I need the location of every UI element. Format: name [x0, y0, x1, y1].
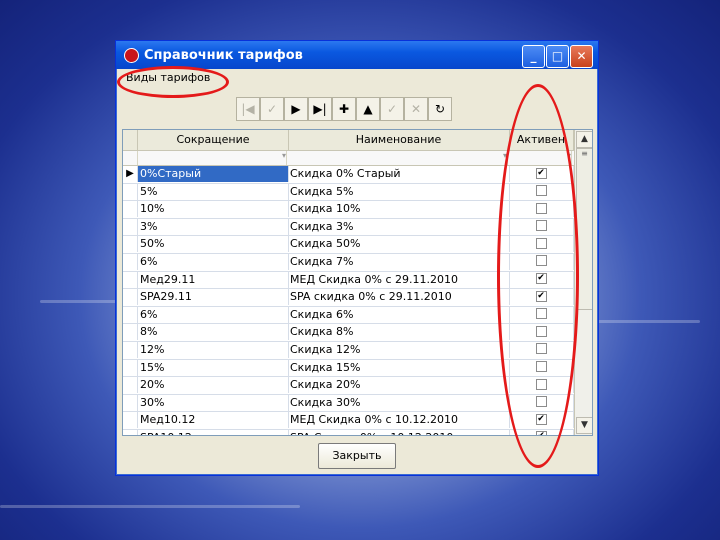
table-row[interactable]: Мед10.12 МЕД Скидка 0% с 10.12.2010 ✔: [123, 412, 574, 430]
header-abbr[interactable]: Сокращение: [138, 130, 289, 150]
cell-name[interactable]: Скидка 6%: [288, 306, 510, 323]
cell-name[interactable]: Скидка 15%: [288, 359, 510, 376]
next-record-icon[interactable]: ▶: [284, 97, 308, 121]
row-indicator: [123, 253, 138, 270]
row-indicator: [123, 359, 138, 376]
cell-abbr[interactable]: 6%: [138, 253, 289, 270]
row-indicator: [123, 324, 138, 341]
cell-name[interactable]: Скидка 20%: [288, 377, 510, 394]
row-indicator: [123, 429, 138, 435]
row-indicator: [123, 289, 138, 306]
scroll-down-icon[interactable]: ▼: [576, 417, 592, 434]
close-window-button[interactable]: ✕: [570, 45, 593, 68]
table-row[interactable]: SPA10.12SPA Скидка 0% с 10.12.2010✔: [123, 429, 574, 435]
cell-abbr[interactable]: 6%: [138, 306, 289, 323]
cell-abbr[interactable]: 50%: [138, 236, 289, 253]
row-indicator: [123, 201, 138, 218]
cell-abbr[interactable]: 5%: [138, 183, 289, 200]
close-button[interactable]: Закрыть: [318, 443, 396, 469]
cell-abbr[interactable]: Мед29.11: [138, 271, 289, 288]
cell-name[interactable]: Скидка 5%: [288, 183, 510, 200]
current-row-indicator-icon: ▶: [123, 166, 138, 182]
row-indicator: [123, 306, 138, 323]
row-indicator: [123, 218, 138, 235]
row-indicator: [123, 341, 138, 358]
app-icon: [124, 48, 139, 63]
scroll-up-icon[interactable]: ▲: [576, 131, 592, 148]
cell-name[interactable]: Скидка 3%: [288, 218, 510, 235]
cell-abbr[interactable]: SPA29.11: [138, 289, 289, 306]
apply-icon[interactable]: ✓: [380, 97, 404, 121]
annotation-ellipse-active-column: [497, 84, 579, 468]
minimize-button[interactable]: _: [522, 45, 545, 68]
title-bar[interactable]: Справочник тарифов _ □ ✕: [116, 41, 598, 69]
cell-abbr[interactable]: 0%Старый: [138, 166, 289, 182]
row-indicator: [123, 394, 138, 411]
row-indicator: [123, 377, 138, 394]
background-streak: [0, 505, 300, 508]
cell-abbr[interactable]: 15%: [138, 359, 289, 376]
cell-name[interactable]: SPA скидка 0% с 29.11.2010: [288, 289, 510, 306]
cell-name[interactable]: МЕД Скидка 0% с 29.11.2010: [288, 271, 510, 288]
cancel-icon[interactable]: ✕: [404, 97, 428, 121]
cell-name[interactable]: МЕД Скидка 0% с 10.12.2010: [288, 412, 510, 429]
row-indicator: [123, 236, 138, 253]
header-indicator: [123, 130, 138, 150]
cell-abbr[interactable]: 3%: [138, 218, 289, 235]
cell-name[interactable]: Скидка 12%: [288, 341, 510, 358]
cell-name[interactable]: Скидка 7%: [288, 253, 510, 270]
row-indicator: [123, 183, 138, 200]
row-indicator: [123, 412, 138, 429]
cell-abbr[interactable]: Мед10.12: [138, 412, 289, 429]
add-icon[interactable]: ✚: [332, 97, 356, 121]
refresh-icon[interactable]: ↻: [428, 97, 452, 121]
cell-abbr[interactable]: 30%: [138, 394, 289, 411]
window-title: Справочник тарифов: [144, 48, 303, 63]
cell-name[interactable]: SPA Скидка 0% с 10.12.2010: [288, 429, 510, 435]
last-record-icon[interactable]: ▶|: [308, 97, 332, 121]
header-name[interactable]: Наименование: [288, 130, 510, 150]
check-icon[interactable]: ✓: [260, 97, 284, 121]
cell-abbr[interactable]: 10%: [138, 201, 289, 218]
cell-name[interactable]: Скидка 0% Старый: [288, 166, 510, 182]
cell-name[interactable]: Скидка 50%: [288, 236, 510, 253]
cell-name[interactable]: Скидка 30%: [288, 394, 510, 411]
filter-abbr[interactable]: ▾: [138, 151, 287, 165]
maximize-button[interactable]: □: [546, 45, 569, 68]
cell-abbr[interactable]: 12%: [138, 341, 289, 358]
annotation-ellipse-menu: [117, 66, 229, 98]
cell-name[interactable]: Скидка 8%: [288, 324, 510, 341]
cell-name[interactable]: Скидка 10%: [288, 201, 510, 218]
cell-abbr[interactable]: 20%: [138, 377, 289, 394]
cell-abbr[interactable]: SPA10.12: [138, 429, 289, 435]
cell-abbr[interactable]: 8%: [138, 324, 289, 341]
row-indicator: [123, 271, 138, 288]
up-icon[interactable]: ▲: [356, 97, 380, 121]
filter-name[interactable]: ▾: [288, 151, 508, 165]
first-record-icon[interactable]: |◀: [236, 97, 260, 121]
